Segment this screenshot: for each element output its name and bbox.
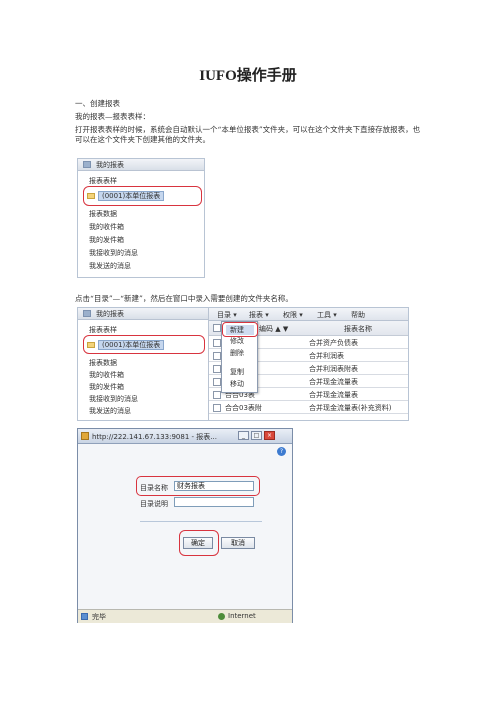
instruction-paragraph: 点击“目录”—“新建”，然后在窗口中录入需要创建的文件夹名称。 (75, 294, 293, 303)
maximize-icon[interactable]: □ (251, 431, 262, 440)
subheading: 我的报表—报表表样： (75, 112, 150, 121)
tree-item-report-data[interactable]: 报表数据 (89, 209, 117, 219)
menu-bar: 目录 ▾ 报表 ▾ 权限 ▾ 工具 ▾ 帮助 (209, 308, 408, 321)
column-name-header[interactable]: 报表名称 (344, 324, 372, 334)
tree-item-received-messages[interactable]: 我接收到的消息 (89, 394, 138, 404)
left-tree-panel: 我的报表 报表表样 (0001)本单位报表 报表数据 我的收件箱 我的发件箱 我… (78, 308, 209, 420)
intro-paragraph: 打开报表表样的时候，系统会自动默认一个“本单位报表”文件夹，可以在这个文件夹下直… (75, 125, 421, 144)
select-all-checkbox[interactable] (213, 324, 221, 332)
row-checkbox[interactable] (213, 352, 221, 360)
row-name: 合并现金流量表 (309, 391, 358, 399)
panel-header: 我的报表 (78, 308, 208, 320)
panel-header: 我的报表 (78, 159, 204, 171)
document-title: IUFO操作手册 (199, 68, 297, 84)
menu-permission[interactable]: 权限 ▾ (283, 310, 303, 320)
menu-directory[interactable]: 目录 ▾ (217, 310, 237, 320)
dir-desc-label: 目录说明 (140, 500, 168, 508)
row-name: 合并现金流量表 (309, 378, 358, 386)
row-name: 合并资产负债表 (309, 339, 358, 347)
menu-item-edit[interactable]: 修改 (230, 336, 244, 346)
dialog-title: http://222.141.67.133:9081 - 报表... (92, 433, 217, 441)
screenshot-directory-menu: 我的报表 报表表样 (0001)本单位报表 报表数据 我的收件箱 我的发件箱 我… (77, 307, 409, 421)
row-checkbox[interactable] (213, 404, 221, 412)
tree-item-report-template[interactable]: 报表表样 (89, 176, 117, 186)
table-row[interactable]: 合合03表附 合并现金流量表(补充资料) (209, 401, 408, 414)
minimize-icon[interactable]: _ (238, 431, 249, 440)
menu-help[interactable]: 帮助 (351, 310, 365, 320)
tree-item-outbox[interactable]: 我的发件箱 (89, 235, 124, 245)
row-checkbox[interactable] (213, 378, 221, 386)
new-directory-dialog: http://222.141.67.133:9081 - 报表... _ □ ×… (77, 428, 293, 623)
status-text: 完毕 (92, 613, 106, 621)
menu-tools[interactable]: 工具 ▾ (317, 310, 337, 320)
cancel-button[interactable]: 取消 (221, 537, 255, 549)
status-bar: 完毕 Internet (78, 609, 292, 623)
report-panel-icon (83, 161, 91, 168)
panel-header-label: 我的报表 (96, 310, 124, 318)
tree-item-sent-messages[interactable]: 我发送的消息 (89, 406, 131, 416)
tree-item-sent-messages[interactable]: 我发送的消息 (89, 261, 131, 271)
help-icon[interactable]: ? (277, 447, 286, 456)
row-name: 合并现金流量表(补充资料) (309, 404, 392, 412)
row-name: 合并利润表 (309, 352, 344, 360)
tree-item-inbox[interactable]: 我的收件箱 (89, 370, 124, 380)
highlight-box (222, 322, 258, 337)
page-icon (81, 613, 88, 620)
row-checkbox[interactable] (213, 365, 221, 373)
menu-item-delete[interactable]: 删除 (230, 348, 244, 358)
screenshot-my-reports-tree: 我的报表 报表表样 (0001)本单位报表 报表数据 我的收件箱 我的发件箱 我… (77, 158, 205, 278)
row-code: 合合03表附 (225, 404, 262, 412)
tree-item-report-template[interactable]: 报表表样 (89, 325, 117, 335)
section-heading: 一、创建报表 (75, 99, 120, 108)
divider (140, 521, 262, 522)
highlight-box (83, 186, 202, 206)
highlight-box (179, 530, 219, 556)
menu-item-copy[interactable]: 复制 (230, 367, 244, 377)
report-panel-icon (83, 310, 91, 317)
tree-item-report-data[interactable]: 报表数据 (89, 358, 117, 368)
zone-text: Internet (228, 612, 256, 620)
highlight-box (83, 335, 205, 354)
row-name: 合并利润表附表 (309, 365, 358, 373)
row-checkbox[interactable] (213, 339, 221, 347)
browser-page-icon (81, 432, 89, 440)
menu-report[interactable]: 报表 ▾ (249, 310, 269, 320)
menu-item-move[interactable]: 移动 (230, 379, 244, 389)
tree-item-received-messages[interactable]: 我接收到的消息 (89, 248, 138, 258)
dir-desc-input[interactable] (174, 497, 254, 507)
internet-zone-icon (218, 613, 225, 620)
tree-item-inbox[interactable]: 我的收件箱 (89, 222, 124, 232)
tree-item-outbox[interactable]: 我的发件箱 (89, 382, 124, 392)
close-icon[interactable]: × (264, 431, 275, 440)
column-code-header[interactable]: 编码 ▲ ▼ (259, 324, 288, 334)
row-checkbox[interactable] (213, 391, 221, 399)
panel-header-label: 我的报表 (96, 161, 124, 169)
highlight-box (136, 476, 260, 496)
dialog-titlebar: http://222.141.67.133:9081 - 报表... _ □ × (78, 429, 292, 444)
